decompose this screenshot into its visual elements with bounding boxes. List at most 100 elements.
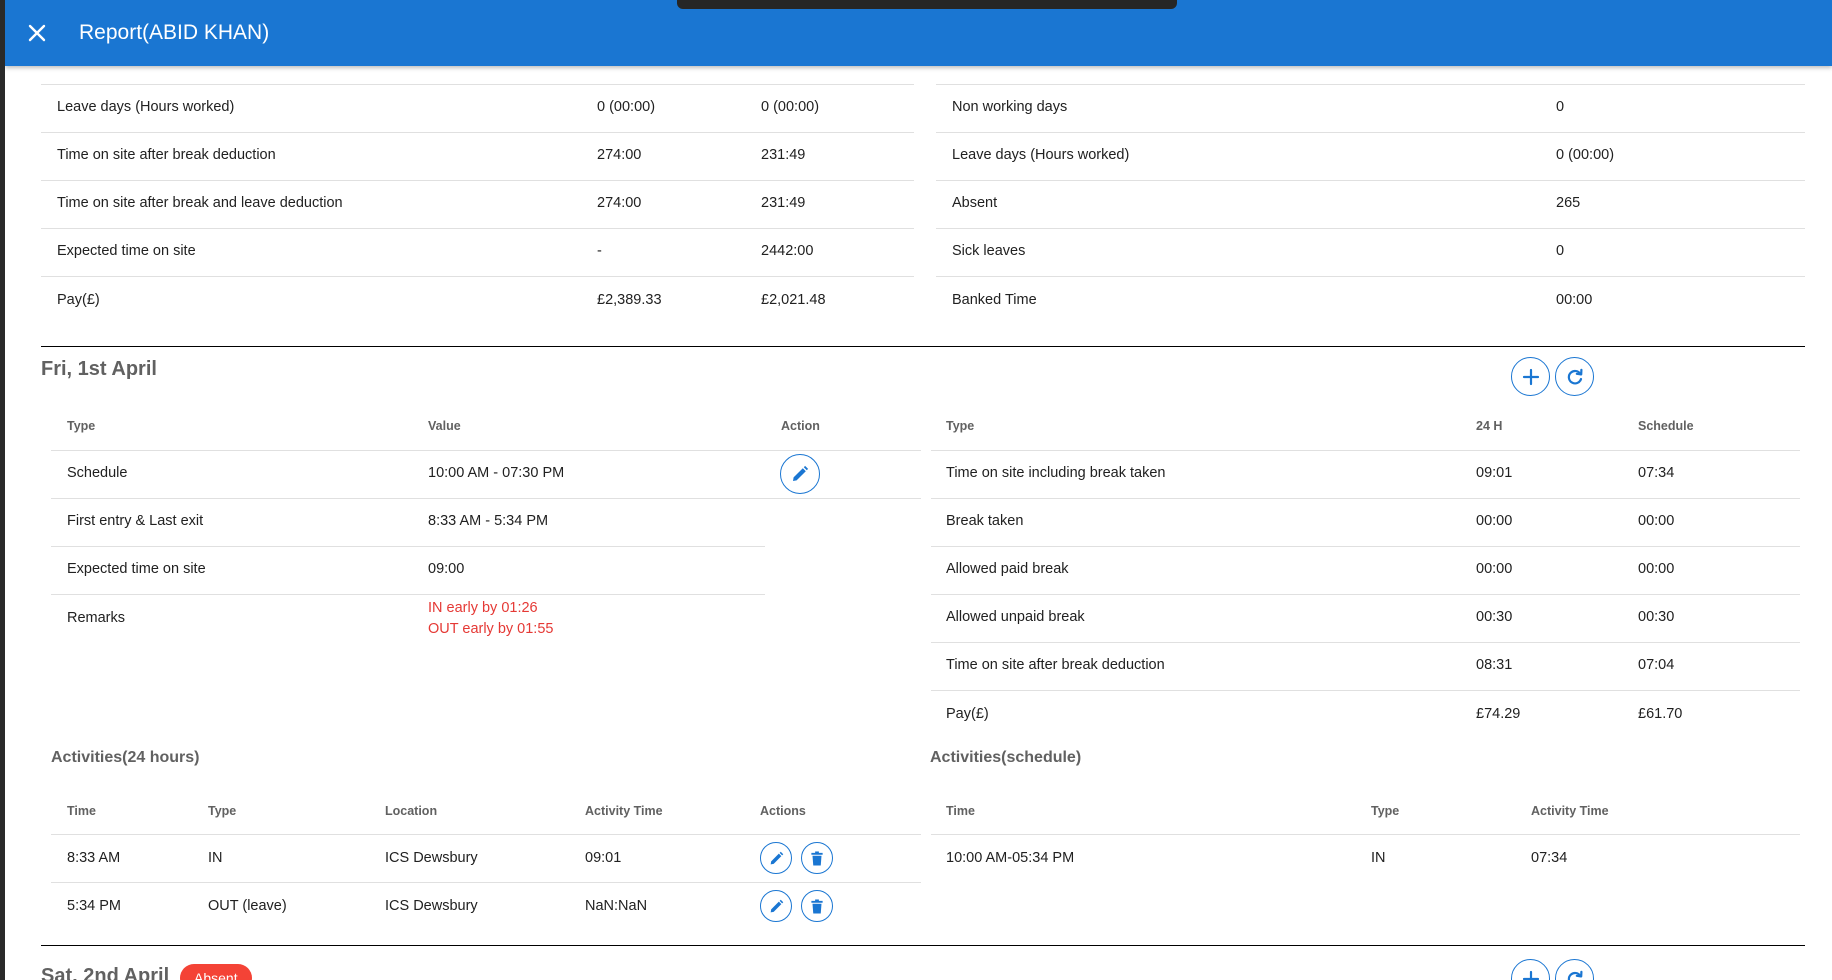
summary-right-label: Leave days (Hours worked) [952, 147, 1130, 163]
edit-schedule-button[interactable] [780, 454, 820, 494]
hours-24h: £74.29 [1476, 706, 1521, 722]
summary-left-value: 0 (00:00) [761, 99, 820, 115]
remark-in-early: IN early by 01:26 [428, 600, 538, 616]
window-notch [677, 0, 1177, 9]
edit-activity-button[interactable] [760, 842, 792, 874]
col-header-activity-time: Activity Time [585, 804, 663, 818]
summary-left-value: £2,389.33 [597, 292, 662, 308]
summary-left-label: Expected time on site [57, 243, 196, 259]
col-header-location: Location [385, 804, 438, 818]
detail-type: First entry & Last exit [67, 513, 204, 529]
close-icon[interactable] [25, 21, 49, 45]
trash-icon [811, 850, 823, 866]
delete-activity-button[interactable] [801, 890, 833, 922]
summary-left-label: Time on site after break and leave deduc… [57, 195, 343, 211]
hours-type: Allowed unpaid break [946, 609, 1085, 625]
col-header-action: Action [781, 419, 820, 433]
report-content: Leave days (Hours worked) 0 (00:00) 0 (0… [5, 66, 1832, 980]
schedule-activity-duration: 07:34 [1531, 850, 1568, 866]
refresh-icon [1567, 970, 1582, 980]
summary-left-label: Time on site after break deduction [57, 147, 276, 163]
activity-type: OUT (leave) [208, 898, 287, 914]
summary-left-value: 2442:00 [761, 243, 814, 259]
summary-right-label: Sick leaves [952, 243, 1026, 259]
pencil-icon [770, 851, 783, 864]
remark-out-early: OUT early by 01:55 [428, 621, 554, 637]
refresh-button[interactable] [1555, 959, 1594, 980]
report-dialog: Report(ABID KHAN) Leave days (Hours work… [5, 0, 1832, 980]
hours-schedule: 00:30 [1638, 609, 1675, 625]
trash-icon [811, 898, 823, 914]
pencil-icon [770, 899, 783, 912]
hours-schedule: 00:00 [1638, 561, 1675, 577]
summary-left-value: 231:49 [761, 195, 806, 211]
hours-type: Break taken [946, 513, 1024, 529]
hours-schedule: 00:00 [1638, 513, 1675, 529]
col-header-24h: 24 H [1476, 419, 1503, 433]
add-activity-button[interactable] [1511, 959, 1550, 980]
schedule-activity-time: 10:00 AM-05:34 PM [946, 850, 1075, 866]
hours-type: Allowed paid break [946, 561, 1069, 577]
activity-duration: 09:01 [585, 850, 622, 866]
col-header-type: Type [946, 419, 975, 433]
col-header-type: Type [1371, 804, 1400, 818]
col-header-actions: Actions [760, 804, 806, 818]
detail-value: 10:00 AM - 07:30 PM [428, 465, 565, 481]
app-bar: Report(ABID KHAN) [5, 0, 1832, 66]
summary-right-label: Absent [952, 195, 998, 211]
add-activity-button[interactable] [1511, 357, 1550, 396]
activity-location: ICS Dewsbury [385, 850, 478, 866]
hours-type: Time on site including break taken [946, 465, 1166, 481]
hours-24h: 00:00 [1476, 561, 1513, 577]
day-separator [41, 945, 1805, 946]
summary-left-label: Leave days (Hours worked) [57, 99, 235, 115]
refresh-button[interactable] [1555, 357, 1594, 396]
activity-location: ICS Dewsbury [385, 898, 478, 914]
summary-left-label: Pay(£) [57, 292, 100, 308]
pencil-icon [793, 465, 809, 481]
col-header-value: Value [428, 419, 461, 433]
hours-schedule: 07:34 [1638, 465, 1675, 481]
detail-type: Expected time on site [67, 561, 206, 577]
hours-24h: 00:00 [1476, 513, 1513, 529]
summary-right-value: 0 (00:00) [1556, 147, 1615, 163]
hours-type: Pay(£) [946, 706, 989, 722]
plus-icon [1522, 368, 1539, 385]
day-title: Fri, 1st April [41, 358, 157, 380]
hours-24h: 00:30 [1476, 609, 1513, 625]
summary-right-label: Banked Time [952, 292, 1037, 308]
detail-type: Remarks [67, 610, 126, 626]
summary-right-value: 00:00 [1556, 292, 1593, 308]
col-header-type: Type [67, 419, 96, 433]
col-header-type: Type [208, 804, 237, 818]
plus-icon [1522, 970, 1539, 980]
edit-activity-button[interactable] [760, 890, 792, 922]
activity-type: IN [208, 850, 223, 866]
day-separator [41, 346, 1805, 347]
day-title: Sat, 2nd April [41, 965, 170, 980]
detail-value: 09:00 [428, 561, 465, 577]
col-header-time: Time [946, 804, 975, 818]
activities-24h-title: Activities(24 hours) [51, 749, 200, 766]
page-title: Report(ABID KHAN) [79, 21, 270, 44]
status-badge: Absent [180, 964, 252, 980]
col-header-time: Time [67, 804, 96, 818]
col-header-schedule: Schedule [1638, 419, 1694, 433]
summary-left-value: £2,021.48 [761, 292, 826, 308]
activity-time: 8:33 AM [67, 850, 121, 866]
detail-type: Schedule [67, 465, 128, 481]
summary-left-value: 231:49 [761, 147, 806, 163]
detail-value: 8:33 AM - 5:34 PM [428, 513, 549, 529]
summary-left-value: 0 (00:00) [597, 99, 656, 115]
summary-left-value: 274:00 [597, 147, 642, 163]
summary-right-value: 0 [1556, 99, 1565, 115]
summary-right-label: Non working days [952, 99, 1068, 115]
delete-activity-button[interactable] [801, 842, 833, 874]
activity-duration: NaN:NaN [585, 898, 648, 914]
hours-schedule: 07:04 [1638, 657, 1675, 673]
activity-time: 5:34 PM [67, 898, 121, 914]
hours-24h: 08:31 [1476, 657, 1513, 673]
summary-right-value: 0 [1556, 243, 1565, 259]
summary-right-value: 265 [1556, 195, 1581, 211]
col-header-activity-time: Activity Time [1531, 804, 1609, 818]
